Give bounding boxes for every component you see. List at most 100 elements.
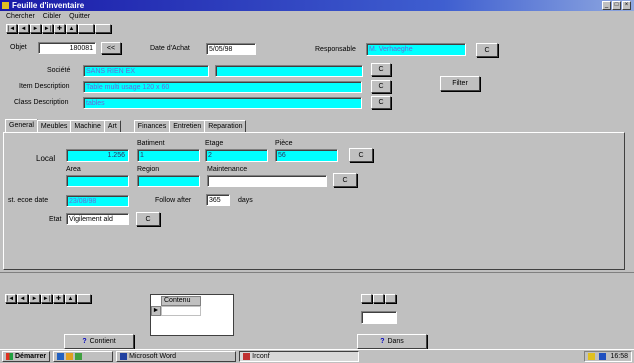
subform-navigation: |◄ ◄ ► ►| ✚ ▲ [5,294,91,303]
contient-button-label: Contient [89,338,116,345]
mail-icon [75,353,83,360]
dans-prev-button[interactable] [361,294,372,303]
objet-field[interactable]: 180081 [38,42,96,54]
quick-launch[interactable] [53,351,114,362]
taskbar-item-word[interactable]: Microsoft Word [116,351,237,362]
etat-field[interactable]: Vigilement ald [66,213,129,225]
contenu-subform[interactable]: Contenu ► [150,294,234,336]
class-description-field[interactable]: tables [83,97,362,109]
tab-finances[interactable]: Finances [133,120,171,132]
tab-machine[interactable]: Machine [70,120,105,132]
region-field[interactable] [137,175,200,187]
maintenance-button[interactable]: C [333,173,357,187]
dans-last-button[interactable] [385,294,396,303]
prev-record-button[interactable]: ◄ [18,24,29,33]
class-description-button[interactable]: C [371,96,391,109]
sub-prev-button[interactable]: ◄ [17,294,28,303]
follow-after-field[interactable]: 365 [206,194,230,206]
menu-quitter[interactable]: Quitter [69,11,90,22]
days-label: days [238,197,253,204]
sub-new-button[interactable]: ✚ [53,294,64,303]
window-title: Feuille d'inventaire [12,1,85,10]
item-description-button[interactable]: C [371,80,391,93]
tab-entretien[interactable]: Entretien [169,120,206,132]
tab-strip: General Meubles Machine Art Finances Ent… [5,119,247,132]
tab-meubles[interactable]: Meubles [36,120,72,132]
objet-lookup-button[interactable]: << [101,42,121,54]
first-record-button[interactable]: |◄ [6,24,17,33]
follow-after-label: Follow after [155,197,192,204]
local-button[interactable]: C [349,148,373,162]
last-record-button[interactable]: ►| [42,24,53,33]
etat-button[interactable]: C [136,212,160,226]
toolbar-blank-button-2[interactable] [95,24,111,33]
area-label: Area [66,166,81,173]
local-label: Local [36,154,56,163]
desktop-icon [57,353,65,360]
title-bar: Feuille d'inventaire [0,0,634,11]
tray-network-icon[interactable] [599,353,607,360]
societe-button[interactable]: C [371,63,391,76]
record-selector-icon[interactable]: ► [151,306,161,316]
toolbar-blank-button[interactable] [78,24,94,33]
contient-button[interactable]: ? Contient [64,334,134,349]
class-description-label: Class Description [14,99,69,106]
etage-label: Etage [205,140,224,147]
societe-field[interactable]: SANS RIEN EX [83,65,209,77]
dans-navigation [361,294,396,303]
local-field[interactable]: 1.256 [66,149,129,162]
tab-reparation[interactable]: Reparation [204,120,247,132]
app-icon [2,2,9,9]
batiment-field[interactable]: 1 [137,149,200,162]
window-controls: _ □ × [602,1,631,10]
item-description-label: Item Description [19,83,70,90]
societe-field-2[interactable] [215,65,363,77]
tab-art[interactable]: Art [103,120,121,132]
windows-logo-icon [6,353,13,360]
tray-speaker-icon[interactable] [588,353,596,360]
section-divider [0,272,634,273]
dans-next-button[interactable] [373,294,384,303]
item-description-field[interactable]: Table multi usage 120 x 60 [83,81,362,93]
contenu-cell[interactable] [161,306,201,316]
tab-general[interactable]: General [5,119,38,132]
access-icon [243,353,251,360]
sub-last-button[interactable]: ►| [41,294,52,303]
objet-label: Objet [10,44,27,51]
sub-blank-button[interactable] [77,294,91,303]
sub-next-button[interactable]: ► [29,294,40,303]
up-record-button[interactable]: ▲ [66,24,77,33]
maintenance-label: Maintenance [207,166,248,173]
start-button[interactable]: Démarrer [2,351,51,362]
sub-first-button[interactable]: |◄ [5,294,16,303]
piece-label: Pièce [275,140,293,147]
piece-field[interactable]: 56 [275,149,338,162]
maintenance-field[interactable] [207,175,327,187]
question-icon: ? [380,338,385,345]
batiment-label: Batiment [137,140,165,147]
responsable-button[interactable]: C [476,43,498,57]
word-icon [120,353,128,360]
close-icon[interactable]: × [622,1,631,10]
responsable-field[interactable]: M. Verhaeghe [366,43,466,56]
societe-label: Société [47,67,71,74]
etage-field[interactable]: 2 [205,149,268,162]
question-icon: ? [82,338,87,345]
last-date-field[interactable]: 23/08/98 [66,195,129,207]
record-navigation: |◄ ◄ ► ►| ✚ ▲ [6,24,111,33]
sub-up-button[interactable]: ▲ [65,294,76,303]
next-record-button[interactable]: ► [30,24,41,33]
date-achat-field[interactable]: 5/05/98 [206,43,256,55]
dans-button[interactable]: ? Dans [357,334,427,349]
menu-cibler[interactable]: Cibler [43,11,61,22]
area-field[interactable] [66,175,129,187]
menu-chercher[interactable]: Chercher [6,11,35,22]
dans-field[interactable] [361,311,397,324]
taskbar-irconf-label: Irconf [252,353,270,360]
taskbar-item-irconf[interactable]: Irconf [239,351,360,362]
maximize-icon[interactable]: □ [612,1,621,10]
dans-button-label: Dans [387,338,404,345]
new-record-button[interactable]: ✚ [54,24,65,33]
minimize-icon[interactable]: _ [602,1,611,10]
filter-button[interactable]: Filter [440,76,480,91]
